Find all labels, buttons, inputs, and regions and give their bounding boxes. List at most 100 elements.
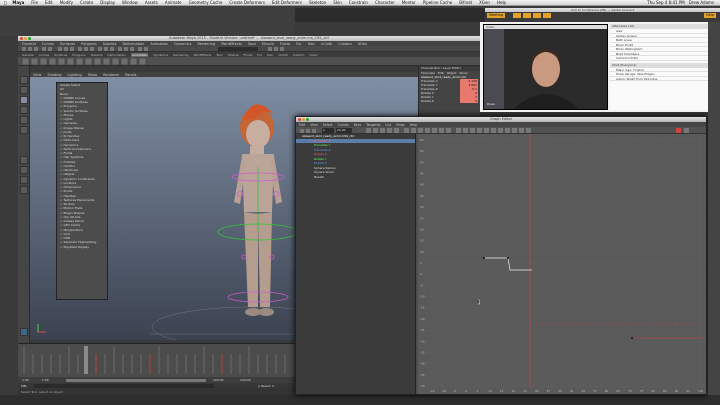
range-inner-end[interactable]: 120.00 [213,378,224,382]
menu-xgen[interactable]: XGen [479,0,490,5]
shelf-tab-muscle[interactable]: Muscle [228,53,238,57]
shelf-tab-subdivs[interactable]: Subdivs [91,53,103,57]
select-tool-icon[interactable] [20,76,28,84]
maya-menu-curves[interactable]: Curves [42,42,54,46]
shelf-tab-surfaces[interactable]: Surfaces [54,53,67,57]
move-key-icon[interactable] [300,128,304,133]
menu-window[interactable]: Window [122,0,138,5]
menu-bifrost[interactable]: Bifrost [459,0,472,5]
meeting-tab[interactable]: Meeting [487,13,506,18]
range-start[interactable]: 1.00 [22,378,29,382]
ge-menu-curves[interactable]: Curves [338,123,349,127]
menu-mentor[interactable]: Mentor [402,0,416,5]
menu-pipeline-cache[interactable]: Pipeline Cache [423,0,452,5]
maya-menu-rendering[interactable]: Rendering [197,42,215,46]
animation-curve[interactable] [484,257,532,271]
ge-zoom-icon[interactable] [306,118,309,121]
maya-menu-custom[interactable]: Custom [338,42,351,46]
minimize-icon[interactable] [24,37,27,40]
menu-constrain[interactable]: Constrain [349,0,368,5]
ge-menu-tangents[interactable]: Tangents [366,123,380,127]
shelf-tab-curves[interactable]: Curves [39,53,49,57]
menu-geometry-cache[interactable]: Geometry Cache [189,0,223,5]
range-bar[interactable] [66,378,206,382]
app-menu[interactable]: Maya [12,0,24,5]
shelf-tab-toon[interactable]: Toon [216,53,223,57]
menu-character[interactable]: Character [375,0,395,5]
ge-menu-view[interactable]: View [310,123,318,127]
menu-create-deformers[interactable]: Create Deformers [229,0,265,5]
shelf-tab-painteffects[interactable]: PaintEffects [194,53,212,57]
user-name[interactable]: Drew Adams [689,0,714,5]
ge-menu-help[interactable]: Help [410,123,417,127]
layout-single-icon[interactable] [20,156,28,164]
layout-btn-1[interactable] [513,13,522,18]
layout-outliner-icon[interactable] [20,186,28,194]
menu-display[interactable]: Display [100,0,115,5]
keyframe[interactable] [631,337,633,339]
shelf-tab-dynamics[interactable]: Dynamics [153,53,168,57]
scale-tool-icon[interactable] [20,126,28,134]
maya-menu-ncloth[interactable]: nCloth [321,42,332,46]
current-time-marker[interactable] [84,346,88,374]
menu-skeleton[interactable]: Skeleton [309,0,326,5]
vp-menu-show[interactable]: Show [88,73,97,77]
maya-menu-fluids[interactable]: Fluids [280,42,290,46]
layout-four-icon[interactable] [20,166,28,174]
close-icon[interactable] [20,37,23,40]
mel-input[interactable] [34,384,214,388]
outliner-attribute[interactable]: Breath [296,175,415,180]
shelf-icons[interactable] [18,57,480,66]
show-menu-item[interactable]: ✓ Playblast Display [57,245,107,249]
mel-label[interactable]: MEL [21,384,27,388]
tangent-tool-icons[interactable] [366,128,696,133]
time-slider[interactable] [18,343,295,377]
paint-select-icon[interactable] [20,96,28,104]
menu-help[interactable]: Help [497,0,506,5]
menu-create[interactable]: Create [80,0,93,5]
menu-file[interactable]: File [31,0,38,5]
shelf-tab-polygons[interactable]: Polygons [72,53,85,57]
curve-graph[interactable]: 605550454035302520151050-5-10-15-20-25-3… [418,134,706,394]
vp-menu-lighting[interactable]: Lighting [68,73,82,77]
layout-btn-2[interactable] [523,13,532,18]
shelf-tab-ncloth[interactable]: nCloth [278,53,288,57]
insert-key-icon[interactable] [306,128,310,133]
shelf-tab-custom[interactable]: Custom [293,53,305,57]
ge-menu-keys[interactable]: Keys [354,123,361,127]
maya-menu-muscle[interactable]: Muscle [262,42,274,46]
rotate-tool-icon[interactable] [20,116,28,124]
menu-assets[interactable]: Assets [145,0,158,5]
range-inner-start[interactable]: 1.00 [42,378,49,382]
menu-edit[interactable]: Edit [45,0,53,5]
lasso-tool-icon[interactable] [20,86,28,94]
keyframe[interactable] [507,257,509,259]
attendee-item[interactable]: Cameron Pratt [610,56,708,61]
shelf-tab-fur[interactable]: Fur [257,53,262,57]
ge-menu-edit[interactable]: Edit [299,123,305,127]
maya-menu-subdivs[interactable]: Subdivs [103,42,117,46]
stats-value-field[interactable]: 22.00 [336,128,352,133]
menu-modify[interactable]: Modify [60,0,73,5]
maya-menu-painteffects[interactable]: PaintEffects [221,42,242,46]
shelf-tab-xgen[interactable]: XGen [309,53,317,57]
maya-menu-toon[interactable]: Toon [248,42,256,46]
ge-menu-list[interactable]: List [385,123,391,127]
shelf-tab-animation[interactable]: Animation [131,52,149,57]
maya-menu-xgen[interactable]: XGen [358,42,367,46]
shelf-tab-deformation[interactable]: Deformation [107,53,126,57]
ge-menu-select[interactable]: Select [323,123,333,127]
channel-value[interactable]: 0 [460,99,478,103]
range-end[interactable]: 120.00 [240,378,251,382]
video-pod[interactable]: Video Drew [483,24,608,110]
ge-close-icon[interactable] [298,118,301,121]
shelf-tab-hair[interactable]: Hair [267,53,273,57]
maya-menu-hair[interactable]: Hair [308,42,315,46]
vp-menu-shading[interactable]: Shading [47,73,61,77]
maya-menu-surfaces[interactable]: Surfaces [60,42,75,46]
keyframe[interactable] [483,257,485,259]
zoom-icon[interactable] [28,37,31,40]
ge-minimize-icon[interactable] [302,118,305,121]
shelf-tab-fluids[interactable]: Fluids [244,53,253,57]
vp-menu-renderer[interactable]: Renderer [103,73,119,77]
